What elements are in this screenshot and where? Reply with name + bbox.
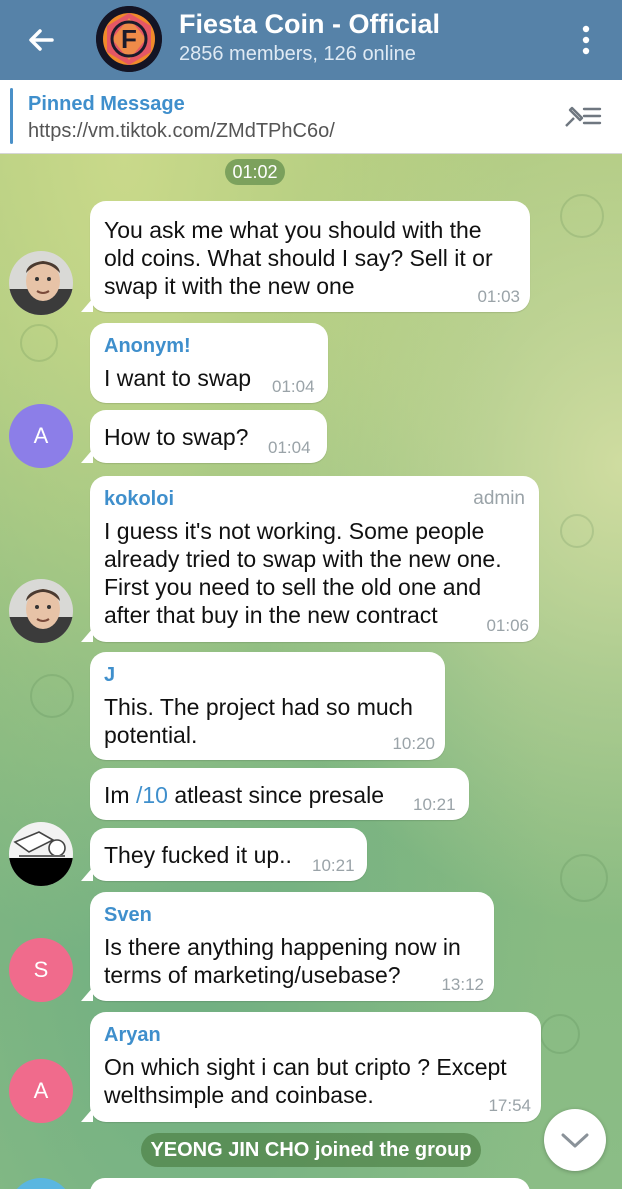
chat-title[interactable]: Fiesta Coin - Official (179, 9, 440, 40)
message-time: 01:04 (272, 377, 315, 396)
pinned-label: Pinned Message (28, 93, 185, 115)
pinned-message-bar[interactable]: Pinned Message https://vm.tiktok.com/ZMd… (0, 80, 622, 154)
back-arrow-icon[interactable] (22, 20, 62, 60)
message-line: I want to swap (104, 365, 252, 391)
message-time: 10:21 (312, 856, 355, 875)
sketch-photo (9, 822, 73, 886)
member-count: 2856 members, 126 online (179, 43, 416, 65)
message-line: On which sight i can but cripto ? Except (104, 1054, 507, 1080)
message-line: How to swap? (104, 424, 249, 450)
sender-name[interactable]: Aryan (104, 1024, 161, 1047)
user-avatar-letter[interactable]: S (9, 938, 73, 1002)
chevron-down-icon (561, 1133, 589, 1148)
avatar-letter: S (33, 957, 49, 982)
message-line: This. The project had so much (104, 694, 413, 720)
fiesta-coin-logo: F (96, 6, 162, 72)
message-time: 10:20 (392, 734, 435, 753)
svg-text:F: F (121, 24, 137, 54)
message-bubble[interactable]: Sven Is there anything happening now in … (81, 892, 494, 1001)
background-doodle (560, 514, 594, 548)
message-time: 17:54 (488, 1096, 531, 1115)
message-bubble[interactable]: kokoloi admin I guess it's not working. … (81, 476, 539, 642)
message-bubble[interactable]: J This. The project had so much potentia… (90, 652, 445, 760)
user-avatar-letter[interactable]: A (9, 404, 73, 468)
message-line: I guess it's not working. Some people (104, 518, 485, 544)
admin-badge: admin (473, 488, 525, 509)
sender-name[interactable]: Anonym! (104, 335, 191, 358)
message-bubble[interactable]: Im /10 atleast since presale 10:21 (90, 768, 469, 820)
message-bubble[interactable]: Aryan On which sight i can but cripto ? … (81, 1012, 541, 1122)
message-line: terms of marketing/usebase? (104, 962, 401, 988)
message-time: 13:12 (441, 975, 484, 994)
background-doodle (20, 324, 58, 362)
message-line: already tried to swap with the new one. (104, 546, 502, 572)
message-line: swap it with the new one (104, 273, 355, 299)
sender-name[interactable]: Sven (104, 904, 152, 927)
message-bubble[interactable]: They fucked it up.. 10:21 (81, 828, 367, 881)
user-avatar-photo[interactable] (9, 579, 73, 643)
message-time: 01:06 (486, 616, 529, 635)
background-doodle (30, 674, 74, 718)
sender-name[interactable]: kokoloi (104, 488, 174, 511)
service-message: YEONG JIN CHO joined the group (141, 1133, 481, 1167)
message-time: 10:21 (413, 795, 456, 814)
user-avatar-partial[interactable] (9, 1178, 73, 1189)
chat-header: F Fiesta Coin - Official 2856 members, 1… (0, 0, 622, 80)
message-time: 01:03 (477, 287, 520, 306)
message-text: atleast since presale (167, 782, 385, 808)
group-avatar[interactable]: F (96, 6, 162, 72)
message-line: old coins. What should I say? Sell it or (104, 245, 493, 271)
message-time: 01:04 (268, 438, 311, 457)
message-line: They fucked it up.. (104, 842, 292, 868)
sender-name[interactable]: J (104, 664, 115, 687)
avatar-letter: A (33, 423, 49, 448)
message-line: You ask me what you should with the (104, 217, 482, 243)
date-pill: 01:02 (225, 159, 285, 185)
message-text: Im (104, 782, 136, 808)
face-photo (9, 579, 73, 643)
message-line: potential. (104, 722, 198, 748)
command-link[interactable]: /10 (136, 782, 168, 808)
message-bubble[interactable]: How to swap? 01:04 (81, 410, 327, 463)
user-avatar-letter[interactable]: A (9, 1059, 73, 1123)
background-doodle (560, 194, 604, 238)
background-doodle (560, 854, 608, 902)
user-avatar-photo[interactable] (9, 251, 73, 315)
scroll-down-button[interactable] (544, 1109, 606, 1171)
message-line: First you need to sell the old one and (104, 574, 482, 600)
message-bubble[interactable]: You ask me what you should with the old … (81, 201, 530, 312)
unpin-list-icon[interactable] (560, 100, 604, 132)
message-bubble[interactable]: Anonym! I want to swap 01:04 (90, 323, 328, 403)
chat-area[interactable]: 01:02 You ask me what you should with th… (0, 154, 622, 1189)
face-photo (9, 251, 73, 315)
user-avatar-photo[interactable] (9, 822, 73, 886)
message-line: after that buy in the new contract (104, 602, 438, 628)
pinned-indicator (10, 88, 13, 144)
avatar-letter: A (33, 1078, 49, 1103)
message-line: Is there anything happening now in (104, 934, 461, 960)
pinned-text: https://vm.tiktok.com/ZMdTPhC6o/ (28, 120, 335, 142)
more-vertical-icon[interactable] (574, 22, 598, 58)
background-doodle (540, 1014, 580, 1054)
message-bubble[interactable] (90, 1178, 530, 1189)
message-line: welthsimple and coinbase. (104, 1082, 374, 1108)
message-line: Im /10 atleast since presale (104, 781, 384, 810)
